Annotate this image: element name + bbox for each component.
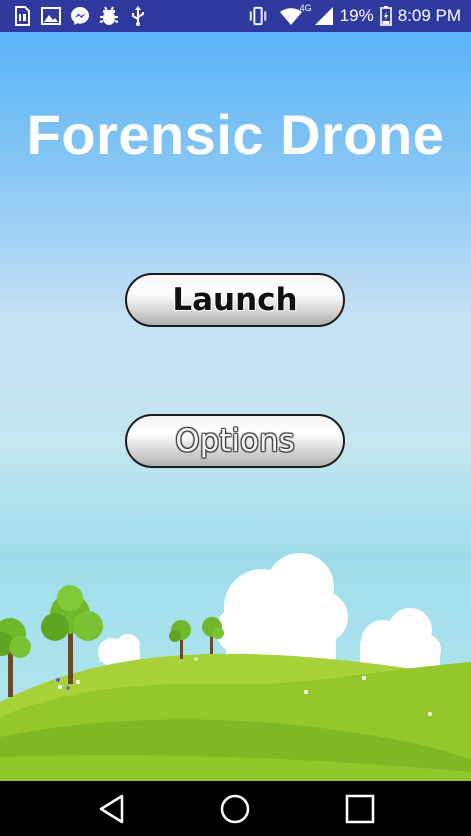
wifi-icon: 4G	[274, 3, 312, 26]
landscape-illustration	[0, 553, 471, 781]
status-left-icons	[12, 5, 148, 27]
options-button-label: Options	[175, 423, 295, 459]
recent-apps-button[interactable]	[338, 789, 382, 829]
sim-id-icon	[12, 6, 32, 26]
main-content: Forensic Drone Launch Options	[0, 32, 471, 781]
battery-percent: 19%	[339, 6, 374, 25]
launch-button[interactable]: Launch	[125, 273, 345, 327]
back-icon	[99, 794, 124, 824]
gallery-icon	[41, 6, 61, 26]
options-button[interactable]: Options	[125, 414, 345, 468]
app-screen: 4G 19% 8:09 PM Forensic Drone Launch Opt…	[0, 0, 471, 836]
status-right-icons: 4G 19% 8:09 PM	[248, 3, 461, 28]
recent-apps-icon	[345, 794, 375, 824]
bug-icon	[99, 6, 119, 26]
app-title: Forensic Drone	[26, 103, 445, 166]
tree-small-2	[202, 617, 224, 654]
status-time: 8:09 PM	[397, 6, 461, 25]
messenger-icon	[70, 6, 90, 26]
usb-icon	[128, 6, 148, 26]
signal-icon	[314, 6, 334, 26]
launch-button-label: Launch	[172, 282, 298, 318]
tree-left	[0, 618, 31, 697]
status-bar: 4G 19% 8:09 PM	[0, 0, 471, 32]
back-button[interactable]	[90, 789, 134, 829]
vibrate-icon	[248, 6, 268, 26]
navigation-bar	[0, 781, 471, 836]
clouds	[98, 553, 441, 672]
home-button[interactable]	[213, 789, 257, 829]
home-icon	[220, 794, 250, 824]
battery-icon	[379, 6, 392, 26]
tree-small-1	[169, 620, 191, 659]
network-type-label: 4G	[299, 3, 312, 13]
